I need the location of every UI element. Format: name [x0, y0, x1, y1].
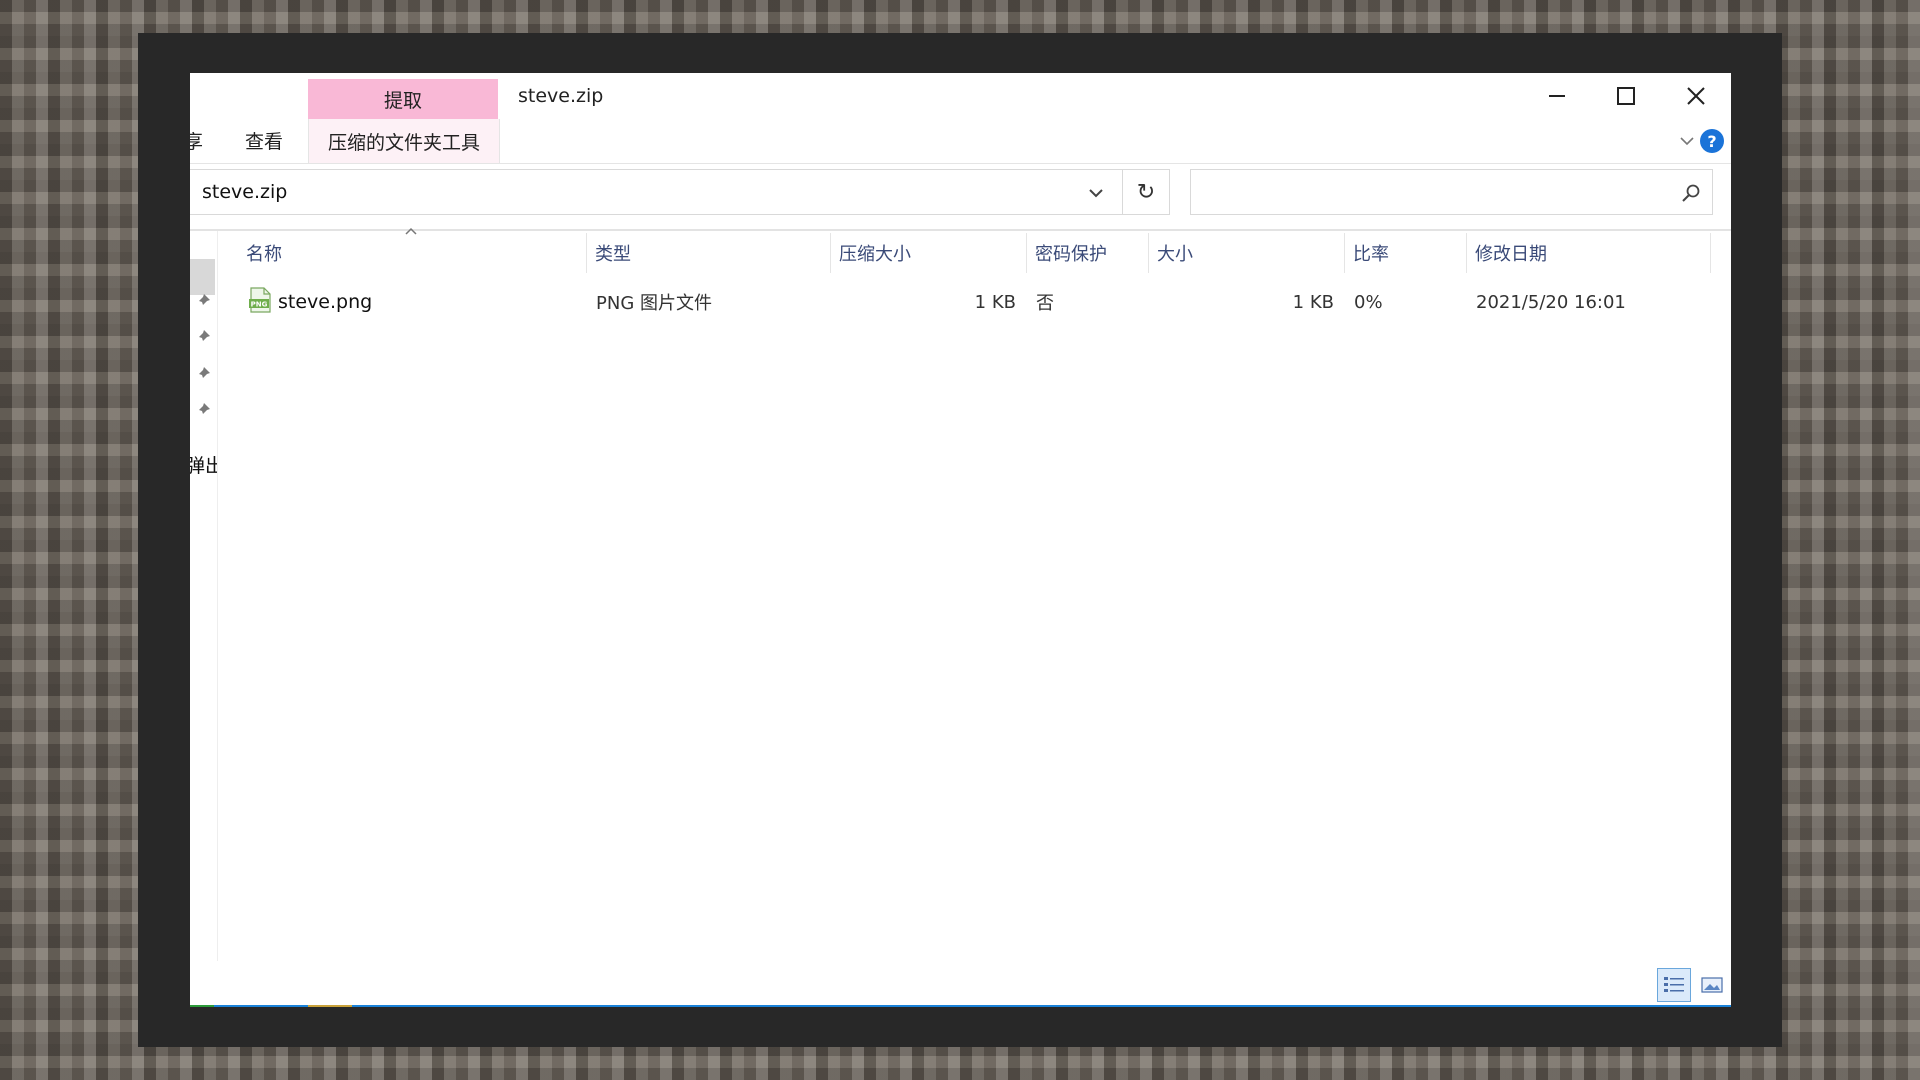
minimize-icon — [1549, 95, 1565, 97]
png-file-icon: PNG — [249, 287, 271, 313]
details-view-icon — [1664, 977, 1684, 992]
file-name[interactable]: steve.png — [278, 286, 578, 318]
maximize-icon — [1617, 87, 1635, 105]
pin-icon[interactable] — [195, 366, 211, 382]
address-bar[interactable]: steve.zip — [190, 169, 1123, 215]
window-title: steve.zip — [518, 85, 604, 107]
large-icons-view-icon — [1701, 977, 1723, 993]
taskbar-app-indicator — [308, 1005, 352, 1007]
column-header-modified[interactable]: 修改日期 — [1467, 233, 1711, 273]
tab-view[interactable]: 查看 — [245, 127, 283, 154]
pin-icon[interactable] — [195, 402, 211, 418]
column-header-size[interactable]: 大小 — [1149, 233, 1345, 273]
search-input[interactable] — [1190, 169, 1713, 215]
chevron-down-icon[interactable] — [1085, 182, 1107, 204]
tab-share[interactable]: 享 — [190, 127, 203, 154]
file-size: 1 KB — [1292, 291, 1334, 313]
ribbon-divider — [190, 163, 1731, 164]
column-header-password[interactable]: 密码保护 — [1027, 233, 1149, 273]
explorer-window: 提取 压缩的文件夹工具 steve.zip 享 查看 ? steve.zip ↻ — [190, 73, 1731, 1007]
column-header-type[interactable]: 类型 — [587, 233, 831, 273]
nav-item-eject[interactable]: 弹出 — [190, 451, 217, 478]
navigation-pane: 弹出 — [190, 231, 218, 961]
column-header-compressed-size[interactable]: 压缩大小 — [831, 233, 1027, 273]
file-type: PNG 图片文件 — [596, 293, 712, 314]
tab-extract[interactable]: 提取 — [308, 79, 498, 119]
svg-text:PNG: PNG — [251, 301, 268, 309]
file-compressed-size: 1 KB — [974, 291, 1016, 313]
close-button[interactable] — [1661, 73, 1731, 119]
content-divider — [190, 229, 1731, 231]
pin-icon[interactable] — [195, 293, 211, 309]
address-path: steve.zip — [202, 181, 288, 203]
close-icon — [1687, 87, 1705, 105]
maximize-button[interactable] — [1591, 73, 1661, 119]
nav-selected-item[interactable] — [190, 259, 215, 295]
file-password: 否 — [1036, 293, 1054, 314]
minimize-button[interactable] — [1522, 73, 1592, 119]
compressed-folder-tools-label: 压缩的文件夹工具 — [308, 119, 500, 163]
file-ratio: 0% — [1354, 291, 1383, 313]
pin-icon[interactable] — [195, 329, 211, 345]
help-icon[interactable]: ? — [1700, 129, 1724, 153]
taskbar-accent-line — [190, 1005, 1731, 1007]
column-header-name[interactable]: 名称 — [238, 233, 587, 273]
taskbar-app-indicator — [190, 1005, 214, 1007]
large-icons-view-button[interactable] — [1697, 970, 1727, 1000]
search-icon — [1682, 184, 1700, 202]
file-modified: 2021/5/20 16:01 — [1476, 291, 1626, 313]
details-view-button[interactable] — [1657, 968, 1691, 1002]
column-header-ratio[interactable]: 比率 — [1345, 233, 1467, 273]
refresh-button[interactable]: ↻ — [1123, 169, 1170, 215]
refresh-icon: ↻ — [1136, 179, 1156, 205]
chevron-down-icon[interactable] — [1677, 131, 1697, 151]
